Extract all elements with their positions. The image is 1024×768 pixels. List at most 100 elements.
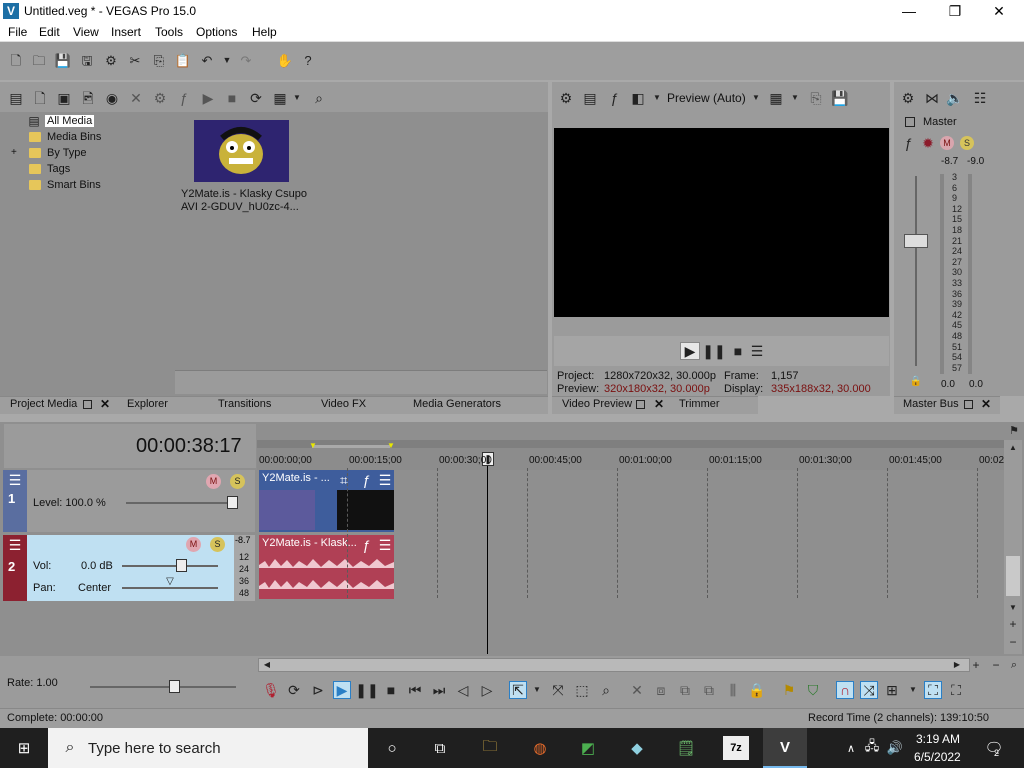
pan-slider-handle[interactable]: ▽ <box>163 577 177 587</box>
task-view-icon[interactable]: ⧉ <box>427 736 453 760</box>
preview-menu-icon[interactable]: ☰ <box>748 342 766 360</box>
track2-mute-icon[interactable]: M <box>186 537 201 552</box>
tree-item-by-type[interactable]: By Type <box>47 147 87 159</box>
loop-playback-icon[interactable]: ⟳ <box>286 682 302 698</box>
downmix-icon[interactable]: ⋈ <box>924 90 940 106</box>
track-menu-icon[interactable]: ☰ <box>7 473 23 487</box>
cortana-icon[interactable]: ○ <box>379 736 405 760</box>
auto-ripple-icon[interactable]: ⤨ <box>860 681 878 699</box>
timeline-hscroll[interactable] <box>258 658 970 672</box>
preview-stop-icon[interactable]: ■ <box>729 342 747 360</box>
app-icon-cyan[interactable]: ◆ <box>624 736 650 760</box>
close-button[interactable]: ✕ <box>976 0 1022 22</box>
selection-tool-icon[interactable]: ⬚ <box>574 682 590 698</box>
track1-solo-icon[interactable]: S <box>230 474 245 489</box>
lock-envelopes-icon[interactable]: ⛶ <box>924 681 942 699</box>
save-as-icon[interactable]: 🖫 <box>79 52 95 68</box>
cut-icon[interactable]: ✂ <box>127 52 143 68</box>
audio-event[interactable]: Y2Mate.is - Klask... <box>259 535 394 599</box>
tab-undock-icon[interactable] <box>83 400 92 409</box>
video-event[interactable]: Y2Mate.is - ... <box>259 470 394 532</box>
master-fader-handle[interactable] <box>904 234 928 248</box>
zoom-tool-icon[interactable]: ⌕ <box>1008 659 1020 671</box>
media-play-icon[interactable]: ▶ <box>200 90 216 106</box>
menu-tools[interactable]: Tools <box>155 25 183 39</box>
undo-icon[interactable]: ↶ <box>199 52 215 68</box>
master-settings-icon[interactable]: ⚙ <box>900 90 916 106</box>
edit-tool-icon[interactable]: ✋ <box>277 52 293 68</box>
loop-end-icon[interactable]: ▼ <box>387 442 395 450</box>
mixer-icon[interactable]: ☷ <box>972 90 988 106</box>
tab-undock-icon[interactable] <box>636 400 645 409</box>
import-media-icon[interactable]: 🗋 <box>32 90 48 106</box>
tab-video-fx[interactable]: Video FX <box>321 398 366 410</box>
trim-start-icon[interactable]: ⧉ <box>677 682 693 698</box>
get-photo-icon[interactable]: 🖻 <box>80 90 96 106</box>
minimize-button[interactable]: — <box>886 0 932 22</box>
envelope-tool-icon[interactable]: ⤧ <box>550 682 566 698</box>
copy-icon[interactable]: ⎘ <box>151 52 167 68</box>
tab-close-icon[interactable]: ✕ <box>100 397 110 411</box>
vscroll-thumb[interactable] <box>1006 556 1020 596</box>
tree-item-smart-bins[interactable]: Smart Bins <box>47 179 101 191</box>
preview-device-icon[interactable]: ▤ <box>582 90 598 106</box>
app-icon-green[interactable]: ◩ <box>575 736 601 760</box>
snapping-icon[interactable]: ∩ <box>836 681 854 699</box>
zoom-select-tool-icon[interactable]: ⌕ <box>598 682 614 698</box>
loop-region[interactable] <box>312 445 390 448</box>
media-properties-icon[interactable]: ⚙ <box>152 90 168 106</box>
preview-fx-icon[interactable]: ƒ <box>606 90 622 106</box>
master-automation-icon[interactable]: ✹ <box>921 136 935 150</box>
tab-explorer[interactable]: Explorer <box>127 398 168 410</box>
media-search-icon[interactable]: ⌕ <box>311 90 327 106</box>
tree-item-tags[interactable]: Tags <box>47 163 70 175</box>
tab-master-bus[interactable]: Master Bus <box>903 398 959 410</box>
capture-video-icon[interactable]: ▣ <box>56 90 72 106</box>
media-views-icon[interactable]: ▤ <box>8 90 24 106</box>
menu-file[interactable]: File <box>8 25 27 39</box>
menu-edit[interactable]: Edit <box>39 25 60 39</box>
save-snapshot-icon[interactable]: 💾 <box>831 90 848 106</box>
clock-time[interactable]: 3:19 AM <box>916 732 960 746</box>
notepad-icon[interactable]: 🗒 <box>673 736 699 760</box>
vol-slider-handle[interactable] <box>176 559 187 572</box>
open-icon[interactable]: 🗀 <box>31 52 47 68</box>
event-crop-icon[interactable]: ⌗ <box>337 473 351 487</box>
lock-icon[interactable]: 🔒 <box>910 376 922 388</box>
media-fx-icon[interactable]: ƒ <box>176 90 192 106</box>
track1-mute-icon[interactable]: M <box>206 474 221 489</box>
firefox-icon[interactable]: ◍ <box>527 736 553 760</box>
lock-event-icon[interactable]: 🔒 <box>748 682 765 698</box>
redo-icon[interactable]: ↷ <box>238 52 254 68</box>
zoom-out-horizontal-icon[interactable]: − <box>990 659 1002 671</box>
volume-icon[interactable]: 🔊 <box>882 736 908 760</box>
split-dropdown-icon[interactable]: ▼ <box>652 93 662 103</box>
master-box-icon[interactable] <box>905 117 915 127</box>
properties-icon[interactable]: ⚙ <box>103 52 119 68</box>
master-solo-icon[interactable]: S <box>960 136 974 150</box>
event-menu-icon[interactable]: ☰ <box>378 473 392 487</box>
help-icon[interactable]: ? <box>300 52 316 68</box>
overlays-dropdown-icon[interactable]: ▼ <box>790 93 800 103</box>
record-icon[interactable]: 🎙 <box>262 682 280 698</box>
tab-close-icon[interactable]: ✕ <box>654 397 664 411</box>
track-menu-icon[interactable]: ☰ <box>7 538 23 552</box>
trim-icon[interactable]: ⧈ <box>653 682 669 698</box>
preview-play-icon[interactable]: ▶ <box>680 342 700 360</box>
menu-help[interactable]: Help <box>252 25 277 39</box>
tab-video-preview[interactable]: Video Preview <box>562 398 632 410</box>
undo-dropdown-icon[interactable]: ▼ <box>219 52 235 68</box>
rate-slider-handle[interactable] <box>169 680 180 693</box>
tree-item-media-bins[interactable]: Media Bins <box>47 131 101 143</box>
normal-edit-tool-icon[interactable]: ⇱ <box>509 681 527 699</box>
insert-marker-icon[interactable]: ⚑ <box>781 682 797 698</box>
tab-transitions[interactable]: Transitions <box>218 398 271 410</box>
delete-icon[interactable]: ✕ <box>629 682 645 698</box>
insert-region-icon[interactable]: ⛉ <box>805 682 821 698</box>
go-to-start-icon[interactable]: ⏮ <box>407 682 423 698</box>
mute-all-icon[interactable]: 🔈 <box>946 90 963 106</box>
media-view-dropdown-icon[interactable]: ▼ <box>292 93 302 103</box>
zoom-in-horizontal-icon[interactable]: + <box>970 659 982 671</box>
previous-frame-icon[interactable]: ◁ <box>455 682 471 698</box>
menu-view[interactable]: View <box>73 25 99 39</box>
